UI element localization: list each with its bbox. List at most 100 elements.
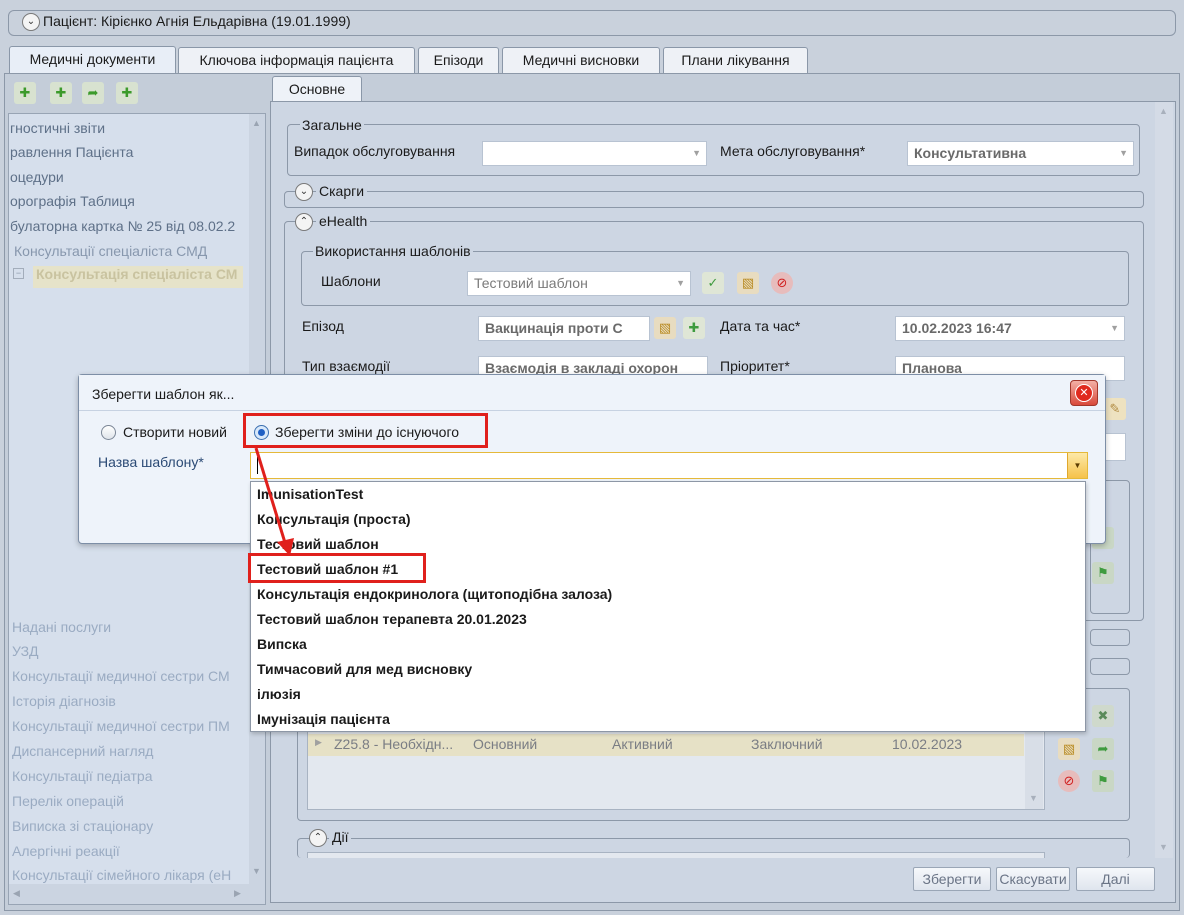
interaction-label: Тип взаємодії xyxy=(302,358,391,374)
chevron-down-icon: ▼ xyxy=(1110,323,1119,333)
add-item-icon[interactable]: ✚ xyxy=(116,82,138,104)
tree-item-nurse-pm[interactable]: Консультації медичної сестри ПМ xyxy=(12,718,244,734)
tab-key-info[interactable]: Ключова інформація пацієнта xyxy=(178,47,415,73)
episode-select[interactable]: Вакцинація проти С xyxy=(478,316,650,341)
template-option[interactable]: Тимчасовий для мед висновку xyxy=(257,661,472,677)
grid-delete-icon[interactable]: ⊘ xyxy=(1058,770,1080,792)
patient-title: Пацієнт: Кірієнко Агнія Ельдарівна (19.0… xyxy=(43,13,355,29)
tree-item-dispensary[interactable]: Диспансерний нагляд xyxy=(12,743,153,759)
tree-item-nurse-sm[interactable]: Консультації медичної сестри СМ xyxy=(12,668,244,684)
grid-book-icon[interactable]: ▧ xyxy=(1058,738,1080,760)
episode-book-icon[interactable]: ▧ xyxy=(654,317,676,339)
content-scroll-down-icon[interactable]: ▼ xyxy=(1159,842,1168,852)
tab-treatment-plans[interactable]: Плани лікування xyxy=(663,47,808,73)
tree-item-pediatrician[interactable]: Консультації педіатра xyxy=(12,768,153,784)
chevron-down-icon: ▼ xyxy=(1073,461,1082,470)
complaints-group xyxy=(284,191,1144,208)
delete-template-icon[interactable]: ⊘ xyxy=(771,272,793,294)
tab-medical-documents[interactable]: Медичні документи xyxy=(9,46,176,74)
tree-expander-icon[interactable]: − xyxy=(13,268,24,279)
template-option[interactable]: Імунізація пацієнта xyxy=(257,711,390,727)
diagnosis-date: 10.02.2023 xyxy=(892,736,963,752)
templates-select[interactable]: Тестовий шаблон ▼ xyxy=(467,271,691,296)
complaints-expand-icon[interactable]: ⌄ xyxy=(295,183,313,201)
tree-item-services[interactable]: Надані послуги xyxy=(12,619,111,635)
tab-episodes[interactable]: Епізоди xyxy=(418,47,499,73)
add-document-icon[interactable]: ✚ xyxy=(14,82,36,104)
actions-grid-top xyxy=(307,852,1045,858)
tree-item-operations[interactable]: Перелік операцій xyxy=(12,793,124,809)
tree-item-fluorography[interactable]: орографія Таблиця xyxy=(10,193,135,209)
episode-label: Епізод xyxy=(302,318,344,334)
actions-collapse-icon[interactable]: ⌃ xyxy=(309,829,327,847)
tree-item-smd-consultation-selected[interactable]: Консультація спеціаліста СМ xyxy=(33,266,243,288)
radio-create-new-label[interactable]: Створити новий xyxy=(123,424,227,440)
template-option[interactable]: Випска xyxy=(257,636,307,652)
scroll-down-icon[interactable]: ▼ xyxy=(252,866,261,876)
case-label: Випадок обслуговування xyxy=(294,143,456,159)
content-scrollbar[interactable]: ▲ ▼ xyxy=(1155,102,1173,858)
diagnosis-code: Z25.8 - Необхідн... xyxy=(334,736,454,752)
dialog-title: Зберегти шаблон як... xyxy=(92,386,235,402)
patient-collapse-icon[interactable]: ⌄ xyxy=(22,13,40,31)
tree-item-family-doctor[interactable]: Консультації сімейного лікаря (еН xyxy=(12,867,244,883)
tree-item-diagnostic-reports[interactable]: гностичні звіти xyxy=(10,120,105,136)
tree-item-discharge[interactable]: Виписка зі стаціонару xyxy=(12,818,153,834)
episode-add-icon[interactable]: ✚ xyxy=(683,317,705,339)
tab-medical-conclusions[interactable]: Медичні висновки xyxy=(502,47,660,73)
tree-item-smd-consultations[interactable]: Консультації спеціаліста СМД xyxy=(14,243,207,259)
add-folder-icon[interactable]: ✚ xyxy=(50,82,72,104)
save-button[interactable]: Зберегти xyxy=(913,867,991,891)
template-name-input[interactable]: ▼ xyxy=(250,452,1088,479)
template-option[interactable]: Тестовий шаблон xyxy=(257,536,379,552)
tree-item-allergies[interactable]: Алергічні реакції xyxy=(12,843,120,859)
tree-item-ambulatory-card[interactable]: булаторна картка № 25 від 08.02.2 xyxy=(10,218,246,234)
scroll-up-icon[interactable]: ▲ xyxy=(252,118,261,128)
scroll-left-icon[interactable]: ◀ xyxy=(13,888,20,899)
chevron-down-icon: ▼ xyxy=(676,278,685,288)
ehealth-collapse-icon[interactable]: ⌃ xyxy=(295,213,313,231)
chevron-down-icon: ▼ xyxy=(692,148,701,158)
template-option[interactable]: Тестовий шаблон терапевта 20.01.2023 xyxy=(257,611,527,627)
cancel-button[interactable]: Скасувати xyxy=(996,867,1070,891)
grid-copy-icon[interactable]: ➦ xyxy=(1092,738,1114,760)
left-toolbar: ✚ ✚ ➦ ✚ xyxy=(12,80,142,108)
actions-title: Дії xyxy=(329,829,352,845)
grid-scroll-down-icon[interactable]: ▼ xyxy=(1029,793,1038,803)
diagnosis-type: Основний xyxy=(473,736,538,752)
collapsed-group-1 xyxy=(1090,629,1130,646)
diagnosis-row[interactable]: ▶ Z25.8 - Необхідн... Основний Активний … xyxy=(308,734,1024,756)
save-template-icon[interactable]: ✓ xyxy=(702,272,724,294)
content-scroll-up-icon[interactable]: ▲ xyxy=(1159,106,1168,116)
general-title: Загальне xyxy=(300,117,364,133)
purpose-label: Мета обслуговування* xyxy=(720,143,866,159)
purpose-select[interactable]: Консультативна ▼ xyxy=(907,141,1134,166)
datetime-input[interactable]: 10.02.2023 16:47 ▼ xyxy=(895,316,1125,341)
highlight-option-test-template-1 xyxy=(248,553,426,583)
case-select[interactable]: ▼ xyxy=(482,141,707,166)
open-template-icon[interactable]: ▧ xyxy=(737,272,759,294)
radio-create-new[interactable] xyxy=(101,425,116,440)
scroll-right-icon[interactable]: ▶ xyxy=(234,888,241,899)
tree-hscrollbar[interactable]: ◀ ▶ xyxy=(9,884,265,904)
template-option[interactable]: Консультація (проста) xyxy=(257,511,411,527)
tree-item-patient-referral[interactable]: равлення Пацієнта xyxy=(10,144,133,160)
complaints-title: Скарги xyxy=(316,183,368,199)
dropdown-toggle-button[interactable]: ▼ xyxy=(1067,453,1087,478)
template-option[interactable]: Консультація ендокринолога (щитоподібна … xyxy=(257,586,612,602)
tree-item-ultrasound[interactable]: УЗД xyxy=(12,643,39,659)
grid-flag-icon[interactable]: ⚑ xyxy=(1092,770,1114,792)
template-option[interactable]: ілюзія xyxy=(257,686,301,702)
next-button[interactable]: Далі xyxy=(1076,867,1155,891)
copy-document-icon[interactable]: ➦ xyxy=(82,82,104,104)
grid-tools-icon[interactable]: ✖ xyxy=(1092,705,1114,727)
side-flag-icon[interactable]: ⚑ xyxy=(1092,562,1114,584)
dialog-close-button[interactable]: ✕ xyxy=(1070,380,1098,406)
tab-main[interactable]: Основне xyxy=(272,76,362,102)
template-option[interactable]: ImunisationTest xyxy=(257,486,363,502)
side-input[interactable] xyxy=(1104,433,1126,461)
tree-item-diagnosis-history[interactable]: Історія діагнозів xyxy=(12,693,116,709)
tree-item-procedures[interactable]: оцедури xyxy=(10,169,64,185)
edit-icon[interactable]: ✎ xyxy=(1104,398,1126,420)
collapsed-group-2 xyxy=(1090,658,1130,675)
